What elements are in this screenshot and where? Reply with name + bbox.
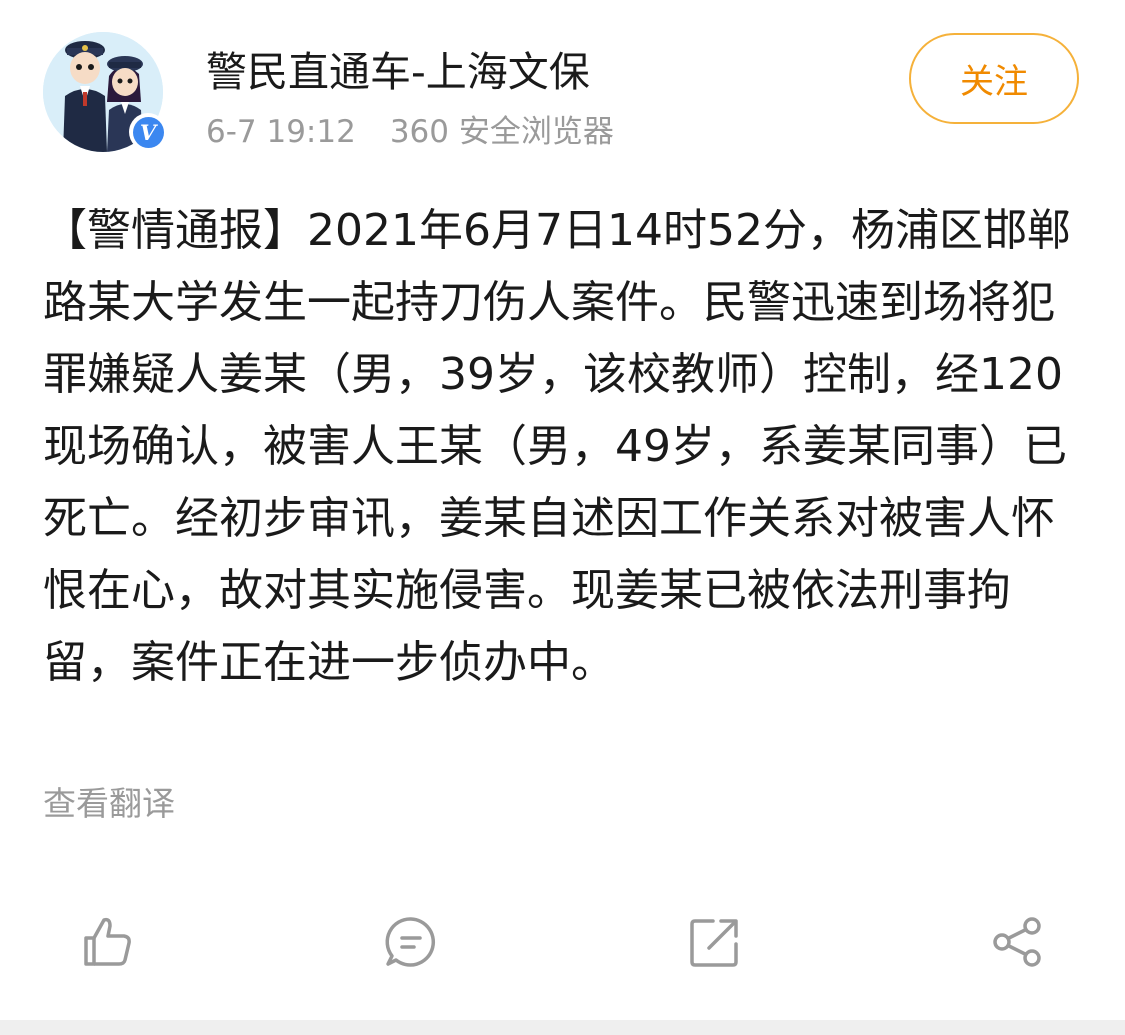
like-button[interactable] (80, 914, 136, 970)
author-name[interactable]: 警民直通车-上海文保 (206, 46, 590, 98)
repost-icon (690, 919, 738, 967)
verified-v-icon: V (132, 116, 164, 148)
view-translation-link[interactable]: 查看翻译 (43, 782, 175, 826)
repost-button[interactable] (687, 914, 743, 970)
post-source: 360 安全浏览器 (389, 114, 614, 150)
post-meta: 6-7 19:12 360 安全浏览器 (206, 112, 614, 152)
comment-button[interactable] (383, 914, 439, 970)
thumbs-up-icon (84, 917, 131, 966)
share-icon (993, 917, 1041, 967)
post-body-text: 【警情通报】2021年6月7日14时52分，杨浦区邯郸路某大学发生一起持刀伤人案… (43, 205, 1071, 688)
share-button[interactable] (990, 914, 1046, 970)
follow-button[interactable]: 关注 (909, 33, 1079, 124)
verified-badge-icon: V (129, 113, 167, 151)
bottom-divider (0, 1020, 1125, 1035)
comment-icon (385, 917, 436, 967)
post-time: 6-7 19:12 (206, 114, 356, 150)
